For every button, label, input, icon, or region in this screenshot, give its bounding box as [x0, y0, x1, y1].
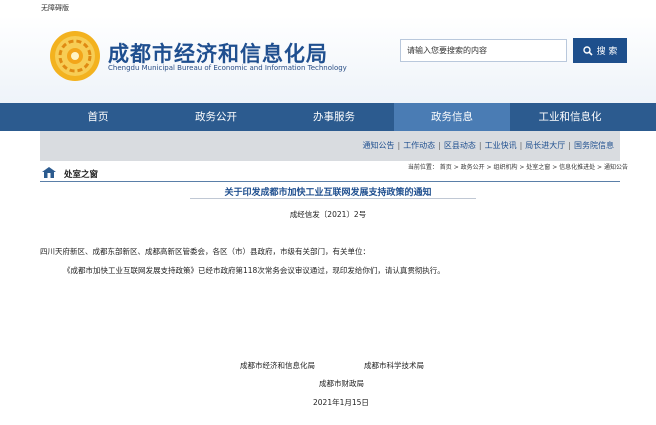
- subnav-item-work-news[interactable]: 工作动态: [403, 141, 435, 150]
- title-divider: [190, 198, 476, 199]
- search-button-label: 搜 索: [596, 47, 618, 57]
- subnav-item-industry-flash[interactable]: 工业快讯: [485, 141, 517, 150]
- divider: |: [438, 141, 441, 150]
- divider: |: [519, 141, 523, 150]
- nav-item-industry-it[interactable]: 工业和信息化: [512, 103, 628, 131]
- nav-item-gov-info[interactable]: 政务信息: [394, 103, 510, 131]
- top-strip: 无障碍版: [0, 0, 656, 16]
- document-number: 成经信发〔2021〕2号: [289, 210, 367, 219]
- signer-science-bureau: 成都市科学技术局: [364, 361, 424, 370]
- nav-item-services[interactable]: 办事服务: [276, 103, 392, 131]
- site-name-en: Chengdu Municipal Bureau of Economic and…: [108, 64, 347, 72]
- subnav-item-notices[interactable]: 通知公告: [362, 141, 394, 150]
- subnav-item-director-hall[interactable]: 局长进大厅: [525, 141, 565, 150]
- search-input[interactable]: 请输入您要搜索的内容: [400, 39, 567, 62]
- divider: |: [397, 141, 401, 150]
- section-label: 处室之窗: [64, 170, 99, 180]
- recipients-paragraph: 四川天府新区、成都东部新区、成都高新区管委会，各区（市）县政府，市级有关部门，有…: [40, 247, 370, 256]
- subnav-item-state-council[interactable]: 国务院信息: [574, 141, 614, 150]
- accessibility-link[interactable]: 无障碍版: [41, 3, 69, 13]
- search-button[interactable]: 搜 索: [573, 38, 627, 63]
- subnav-item-district-news[interactable]: 区县动态: [444, 141, 476, 150]
- nav-item-home[interactable]: 首页: [40, 103, 156, 131]
- signer-economy-bureau: 成都市经济和信息化局: [240, 361, 315, 370]
- issue-date: 2021年1月15日: [313, 398, 369, 407]
- signer-finance-bureau: 成都市财政局: [319, 379, 364, 388]
- main-nav: 首页 政务公开 办事服务 政务信息 工业和信息化: [0, 103, 656, 131]
- nav-item-gov-affairs[interactable]: 政务公开: [158, 103, 274, 131]
- divider: |: [568, 141, 571, 150]
- home-icon: [42, 167, 56, 178]
- sub-nav: 通知公告 | 工作动态 | 区县动态 | 工业快讯 | 局长进大厅 | 国务院信息: [40, 131, 620, 161]
- article-title: 关于印发成都市加快工业互联网发展支持政策的通知: [224, 188, 432, 198]
- divider: |: [478, 141, 482, 150]
- body-paragraph: 《成都市加快工业互联网发展支持政策》已经市政府第118次常务会议审议通过，现印发…: [63, 266, 445, 275]
- section-header: 处室之窗: [40, 166, 620, 182]
- search-icon: [582, 45, 593, 56]
- chengdu-sunbird-logo-icon: [50, 31, 100, 81]
